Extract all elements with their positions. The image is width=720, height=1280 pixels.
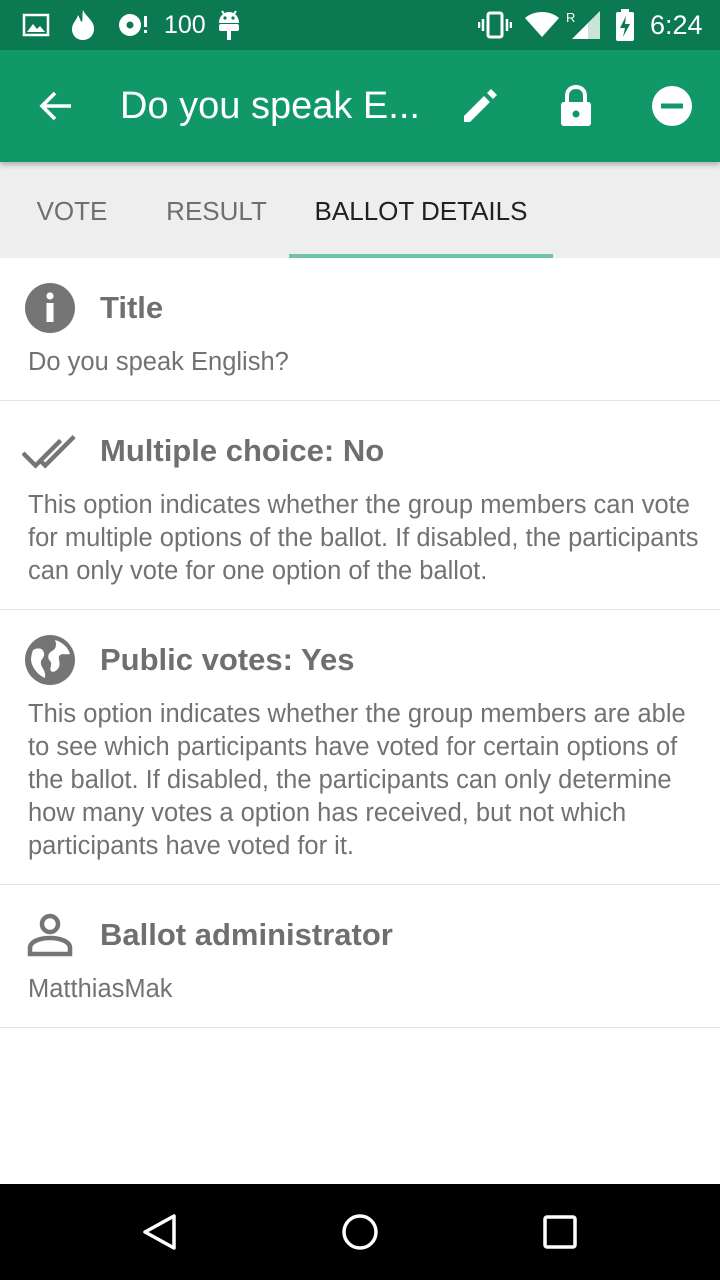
tab-result[interactable]: RESULT [144,162,289,258]
administrator-heading: Ballot administrator [100,917,393,952]
tab-vote[interactable]: VOTE [0,162,144,258]
back-arrow-icon [39,91,71,121]
home-circle-icon [342,1214,378,1250]
back-button[interactable] [28,78,84,134]
lock-button[interactable] [548,78,604,134]
battery-charging-icon [614,0,636,50]
vibrate-icon [478,0,512,50]
disc-icon [116,0,152,50]
double-check-icon [22,425,78,481]
battery-saver-text: 100 [164,10,206,39]
remove-button[interactable] [644,78,700,134]
edit-button[interactable] [452,78,508,134]
nav-home-button[interactable] [332,1204,388,1260]
nav-recents-button[interactable] [532,1204,588,1260]
administrator-section: Ballot administrator MatthiasMak [0,885,720,1028]
tab-indicator [289,254,553,258]
public-votes-section: Public votes: Yes This option indicates … [0,610,720,885]
app-bar: Do you speak E... [0,50,720,162]
globe-icon [22,632,78,688]
administrator-value: MatthiasMak [28,975,173,1003]
title-section: Title Do you speak English? [0,258,720,401]
image-icon [22,0,50,50]
nav-back-button[interactable] [132,1204,188,1260]
remove-icon [652,86,692,126]
public-votes-heading: Public votes: Yes [100,642,355,677]
clock: 6:24 [650,9,703,40]
flame-icon [70,0,96,50]
signal-icon: R [566,0,602,50]
navigation-bar [0,1184,720,1280]
android-icon [216,0,242,50]
title-value: Do you speak English? [28,348,289,376]
recents-square-icon [543,1215,577,1249]
wifi-icon [524,0,560,50]
app-title: Do you speak E... [120,85,420,127]
title-heading: Title [100,290,164,325]
public-votes-description: This option indicates whether the group … [28,700,686,860]
info-icon [22,280,78,336]
lock-icon [561,84,591,126]
tab-bar: VOTE RESULT BALLOT DETAILS [0,162,720,258]
multiple-choice-description: This option indicates whether the group … [28,491,699,585]
multiple-choice-section: Multiple choice: No This option indicate… [0,401,720,610]
status-bar: 100 R 6:24 [0,0,720,50]
tab-ballot-details[interactable]: BALLOT DETAILS [289,162,553,258]
edit-icon [464,89,497,122]
back-triangle-icon [143,1214,176,1250]
roaming-indicator: R [566,10,575,25]
person-icon [22,907,78,963]
multiple-choice-heading: Multiple choice: No [100,433,385,468]
